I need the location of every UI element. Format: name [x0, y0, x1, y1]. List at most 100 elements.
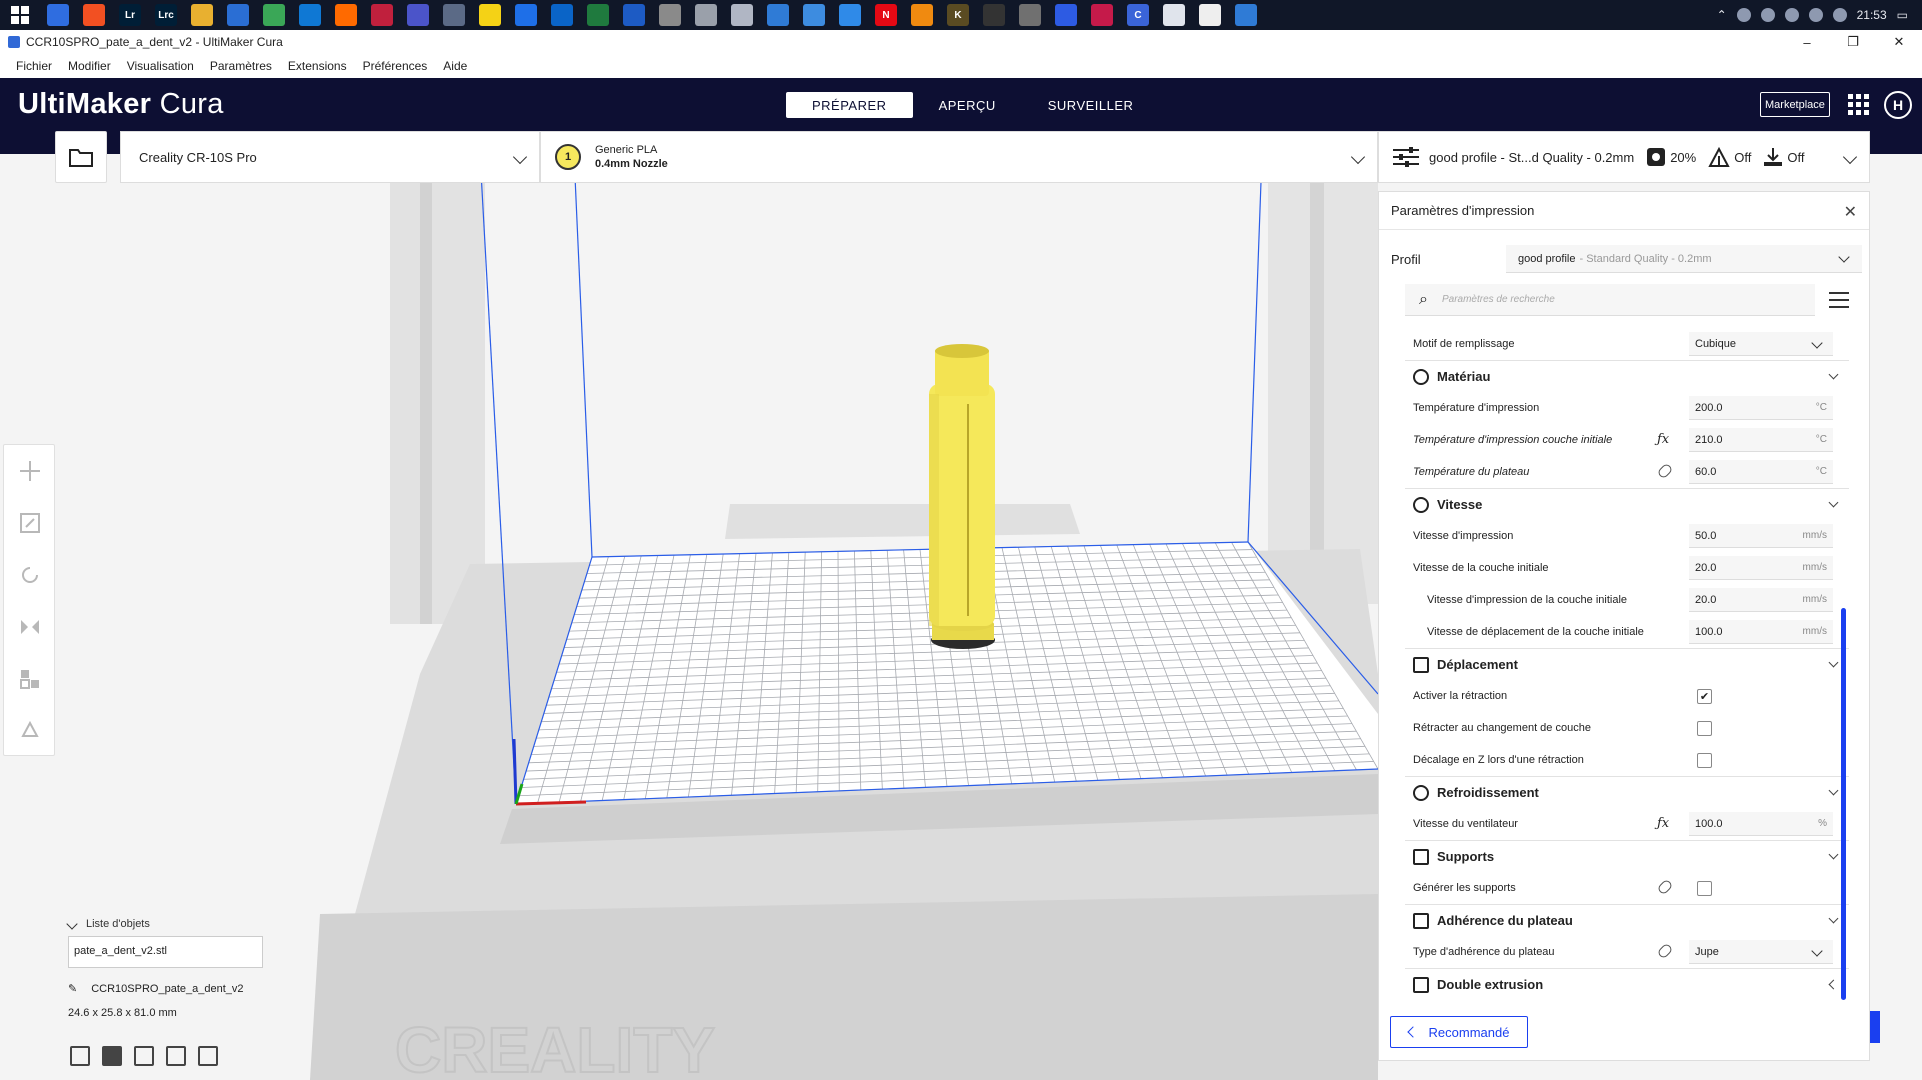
tray-chevron-icon[interactable]: ⌃: [1717, 8, 1727, 22]
settings-search-input[interactable]: ⌕ Paramètres de recherche: [1405, 284, 1815, 316]
taskbar-app-icon[interactable]: [83, 4, 105, 26]
initial-layer-speed-input[interactable]: 20.0 mm/s: [1689, 556, 1833, 580]
profile-dropdown[interactable]: good profile - Standard Quality - 0.2mm: [1506, 245, 1862, 273]
menu-preferences[interactable]: Préférences: [363, 59, 428, 73]
taskbar-app-icon[interactable]: [659, 4, 681, 26]
menu-visualisation[interactable]: Visualisation: [127, 59, 194, 73]
adhesion-type-select[interactable]: Jupe: [1689, 940, 1833, 964]
retraction-checkbox[interactable]: ✔: [1697, 689, 1712, 704]
bed-temp-input[interactable]: 60.0 °C: [1689, 460, 1833, 484]
taskbar-app-icon[interactable]: [515, 4, 537, 26]
taskbar-app-icon[interactable]: [407, 4, 429, 26]
taskbar-app-icon[interactable]: C: [1127, 4, 1149, 26]
initial-temp-input[interactable]: 210.0 °C: [1689, 428, 1833, 452]
view-3d-icon[interactable]: [70, 1046, 90, 1066]
function-icon[interactable]: ƒx: [1657, 816, 1669, 831]
link-icon[interactable]: [1656, 878, 1674, 896]
taskbar-app-icon[interactable]: [839, 4, 861, 26]
tab-apercu[interactable]: APERÇU: [913, 92, 1022, 118]
taskbar-app-icon[interactable]: [1091, 4, 1113, 26]
settings-scrollbar[interactable]: [1841, 608, 1846, 1000]
close-icon[interactable]: ✕: [1844, 202, 1857, 222]
category-refroidissement[interactable]: Refroidissement: [1405, 776, 1849, 808]
print-temp-input[interactable]: 200.0 °C: [1689, 396, 1833, 420]
view-left-icon[interactable]: [166, 1046, 186, 1066]
taskbar-app-icon[interactable]: [191, 4, 213, 26]
initial-print-speed-input[interactable]: 20.0 mm/s: [1689, 588, 1833, 612]
notification-icon[interactable]: ▭: [1897, 8, 1908, 22]
clock[interactable]: 21:53: [1857, 8, 1887, 22]
taskbar-app-icon[interactable]: [623, 4, 645, 26]
print-settings-bar[interactable]: good profile - St...d Quality - 0.2mm 20…: [1378, 131, 1870, 183]
object-list-title[interactable]: Liste d'objets: [86, 918, 150, 930]
mirror-tool-icon[interactable]: [4, 601, 56, 653]
taskbar-app-icon[interactable]: [479, 4, 501, 26]
close-window-button[interactable]: ✕: [1876, 30, 1922, 54]
category-double-extrusion[interactable]: Double extrusion: [1405, 968, 1849, 1000]
marketplace-button[interactable]: Marketplace: [1760, 92, 1830, 117]
taskbar-app-icon[interactable]: [767, 4, 789, 26]
scale-tool-icon[interactable]: [4, 497, 56, 549]
open-file-button[interactable]: [55, 131, 107, 183]
account-avatar[interactable]: H: [1884, 91, 1912, 119]
taskbar-app-icon[interactable]: [983, 4, 1005, 26]
move-tool-icon[interactable]: [4, 445, 56, 497]
taskbar-app-icon[interactable]: [1163, 4, 1185, 26]
menu-aide[interactable]: Aide: [443, 59, 467, 73]
view-right-icon[interactable]: [198, 1046, 218, 1066]
view-front-icon[interactable]: [102, 1046, 122, 1066]
taskbar-app-icon[interactable]: [1055, 4, 1077, 26]
taskbar-app-icon[interactable]: [47, 4, 69, 26]
bluetooth-icon[interactable]: [1736, 8, 1751, 22]
taskbar-app-icon[interactable]: N: [875, 4, 897, 26]
link-icon[interactable]: [1656, 942, 1674, 960]
taskbar-app-icon[interactable]: Lrc: [155, 4, 177, 26]
taskbar-app-icon[interactable]: [335, 4, 357, 26]
category-adherence[interactable]: Adhérence du plateau: [1405, 904, 1849, 936]
taskbar-app-icon[interactable]: [1019, 4, 1041, 26]
link-icon[interactable]: [1656, 462, 1674, 480]
tab-surveiller[interactable]: SURVEILLER: [1022, 92, 1160, 118]
rotate-tool-icon[interactable]: [4, 549, 56, 601]
security-icon[interactable]: [1760, 8, 1775, 22]
z-hop-checkbox[interactable]: [1697, 753, 1712, 768]
per-model-settings-icon[interactable]: [4, 653, 56, 705]
menu-modifier[interactable]: Modifier: [68, 59, 111, 73]
apps-grid-icon[interactable]: [1848, 94, 1870, 116]
taskbar-app-icon[interactable]: [911, 4, 933, 26]
taskbar-app-icon[interactable]: [803, 4, 825, 26]
function-icon[interactable]: ƒx: [1657, 432, 1669, 447]
taskbar-app-icon[interactable]: [371, 4, 393, 26]
printer-selector[interactable]: Creality CR-10S Pro: [120, 131, 540, 183]
taskbar-app-icon[interactable]: [1235, 4, 1257, 26]
volume-icon[interactable]: [1832, 8, 1847, 22]
taskbar-app-icon[interactable]: [443, 4, 465, 26]
retract-layer-checkbox[interactable]: [1697, 721, 1712, 736]
taskbar-app-icon[interactable]: [227, 4, 249, 26]
support-blocker-icon[interactable]: [4, 705, 56, 757]
object-file-item[interactable]: pate_a_dent_v2.stl: [68, 936, 263, 968]
menu-fichier[interactable]: Fichier: [16, 59, 52, 73]
wifi-icon[interactable]: [1808, 8, 1823, 22]
category-materiau[interactable]: Matériau: [1405, 360, 1849, 392]
taskbar-app-icon[interactable]: [587, 4, 609, 26]
taskbar-app-icon[interactable]: [731, 4, 753, 26]
taskbar-app-icon[interactable]: [1199, 4, 1221, 26]
taskbar-app-icon[interactable]: K: [947, 4, 969, 26]
category-deplacement[interactable]: Déplacement: [1405, 648, 1849, 680]
print-speed-input[interactable]: 50.0 mm/s: [1689, 524, 1833, 548]
recommended-button[interactable]: Recommandé: [1390, 1016, 1528, 1048]
minimize-button[interactable]: –: [1784, 30, 1830, 54]
material-selector[interactable]: 1 Generic PLA 0.4mm Nozzle: [540, 131, 1378, 183]
taskbar-app-icon[interactable]: [299, 4, 321, 26]
slice-button-edge[interactable]: [1870, 1011, 1880, 1043]
menu-extensions[interactable]: Extensions: [288, 59, 347, 73]
taskbar-app-icon[interactable]: [695, 4, 717, 26]
taskbar-app-icon[interactable]: [551, 4, 573, 26]
generate-supports-checkbox[interactable]: [1697, 881, 1712, 896]
chevron-down-icon[interactable]: [66, 918, 78, 930]
view-top-icon[interactable]: [134, 1046, 154, 1066]
menu-parametres[interactable]: Paramètres: [210, 59, 272, 73]
tab-preparer[interactable]: PRÉPARER: [786, 92, 913, 118]
category-supports[interactable]: Supports: [1405, 840, 1849, 872]
